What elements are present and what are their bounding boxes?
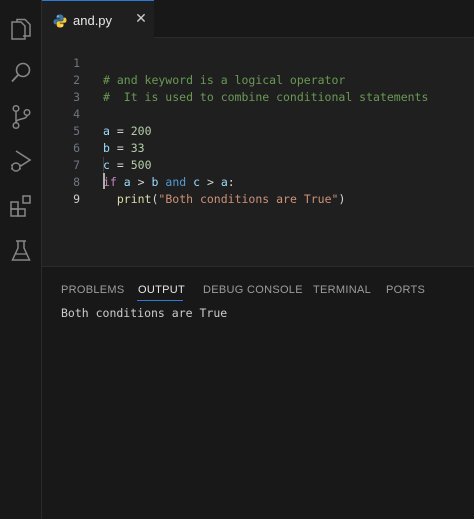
vscode-window: and.py ✕ 1 # and keyword is a logical op… bbox=[0, 0, 474, 519]
run-debug-icon[interactable] bbox=[8, 148, 34, 174]
tab-terminal[interactable]: TERMINAL bbox=[313, 284, 371, 296]
bracket-token: ) bbox=[338, 192, 346, 206]
function-token: print bbox=[116, 192, 152, 206]
extensions-icon[interactable] bbox=[8, 193, 34, 219]
code-line: 6 c = 500 bbox=[42, 123, 474, 172]
bottom-panel: PROBLEMS OUTPUT DEBUG CONSOLE TERMINAL P… bbox=[42, 266, 474, 519]
activity-bar bbox=[0, 0, 42, 519]
tab-and-py[interactable]: and.py ✕ bbox=[42, 0, 154, 38]
tab-ports[interactable]: PORTS bbox=[386, 284, 425, 296]
active-tab-indicator bbox=[137, 300, 183, 301]
explorer-icon[interactable] bbox=[8, 16, 34, 42]
code-text: print("Both conditions are True") bbox=[103, 191, 346, 208]
code-line: 8 print("Both conditions are True") bbox=[42, 157, 474, 206]
search-icon[interactable] bbox=[8, 60, 34, 86]
string-token: "Both conditions are True" bbox=[158, 192, 339, 206]
python-file-icon bbox=[53, 14, 67, 28]
code-line-active: 9 bbox=[42, 174, 474, 206]
code-line: 2 # It is used to combine conditional st… bbox=[42, 55, 474, 104]
code-line: 7 if a > b and c > a: bbox=[42, 140, 474, 189]
text-cursor bbox=[103, 173, 105, 189]
code-editor[interactable]: 1 # and keyword is a logical operator 2 … bbox=[42, 38, 474, 266]
source-control-icon[interactable] bbox=[8, 104, 34, 130]
tab-label: and.py bbox=[73, 13, 113, 28]
code-line: 4 a = 200 bbox=[42, 89, 474, 138]
close-icon[interactable]: ✕ bbox=[133, 11, 149, 27]
testing-icon[interactable] bbox=[8, 238, 34, 264]
tab-problems[interactable]: PROBLEMS bbox=[61, 284, 125, 296]
code-line: 5 b = 33 bbox=[42, 106, 474, 155]
code-line: 1 # and keyword is a logical operator bbox=[42, 38, 474, 87]
output-text: Both conditions are True bbox=[61, 306, 228, 320]
line-number: 9 bbox=[73, 192, 80, 206]
code-line: 3 bbox=[42, 72, 474, 104]
tab-output[interactable]: OUTPUT bbox=[138, 284, 185, 296]
editor-tab-bar: and.py ✕ bbox=[42, 0, 474, 38]
tab-debug-console[interactable]: DEBUG CONSOLE bbox=[203, 284, 303, 296]
